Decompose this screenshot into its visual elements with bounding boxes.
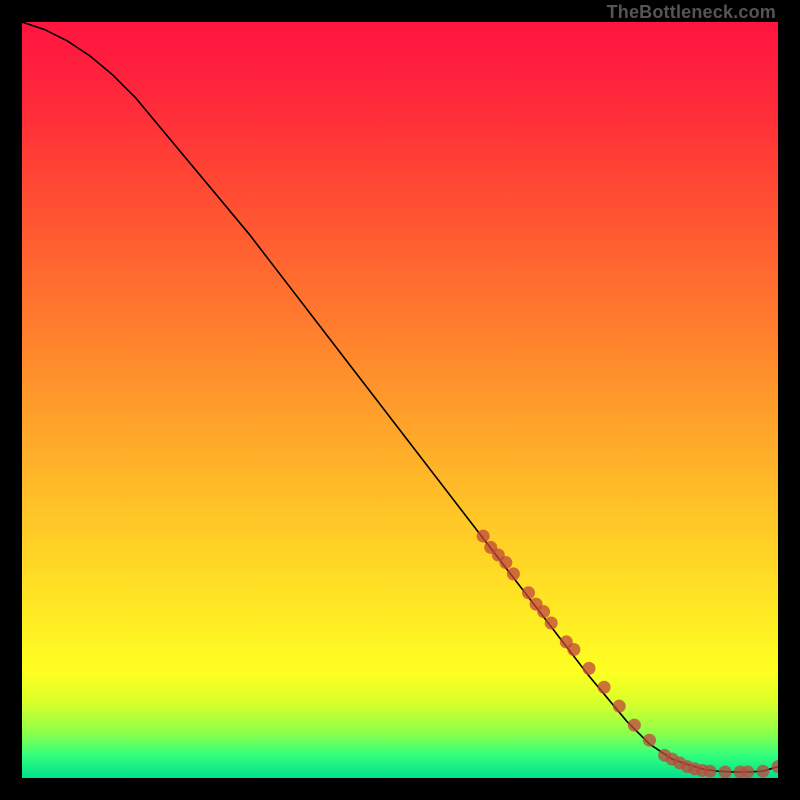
data-marker bbox=[628, 719, 641, 732]
data-marker bbox=[583, 662, 596, 675]
data-marker bbox=[537, 605, 550, 618]
marker-group bbox=[477, 530, 778, 778]
data-marker bbox=[703, 765, 716, 778]
data-marker bbox=[719, 765, 732, 778]
data-marker bbox=[507, 567, 520, 580]
data-marker bbox=[613, 700, 626, 713]
curve-line bbox=[22, 22, 778, 772]
data-marker bbox=[598, 681, 611, 694]
data-marker bbox=[522, 586, 535, 599]
chart-frame: TheBottleneck.com bbox=[0, 0, 800, 800]
data-marker bbox=[499, 556, 512, 569]
plot-area bbox=[22, 22, 778, 778]
data-marker bbox=[477, 530, 490, 543]
attribution-label: TheBottleneck.com bbox=[607, 2, 776, 23]
chart-svg bbox=[22, 22, 778, 778]
data-marker bbox=[772, 760, 779, 773]
data-marker bbox=[756, 765, 769, 778]
data-marker bbox=[545, 617, 558, 630]
data-marker bbox=[741, 765, 754, 778]
data-marker bbox=[643, 734, 656, 747]
data-marker bbox=[567, 643, 580, 656]
